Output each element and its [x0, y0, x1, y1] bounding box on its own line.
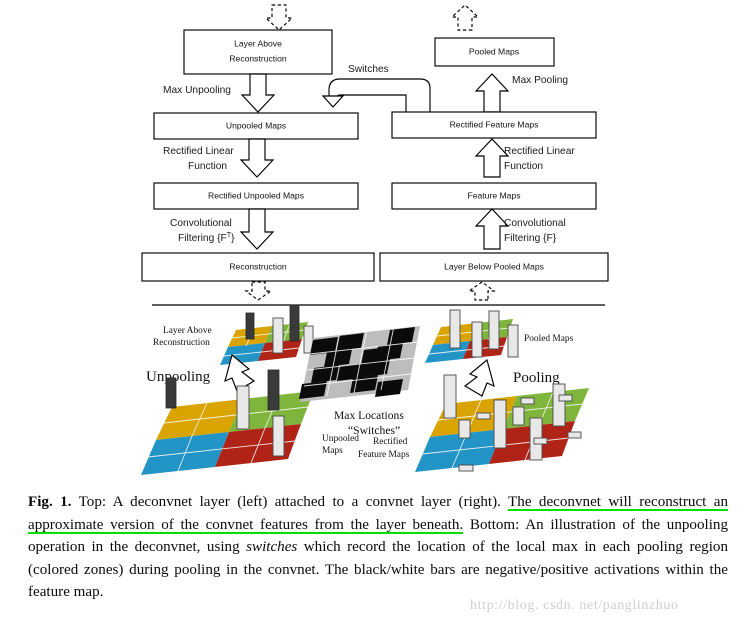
- figure-graphic: Layer Above Reconstruction Pooled Maps M…: [0, 0, 751, 488]
- dashed-arrow-below-layer-below: [467, 281, 496, 301]
- caption-figure-label: Fig. 1.: [28, 494, 72, 510]
- box-label-layer-above-line2: Reconstruction: [229, 53, 287, 63]
- box-label-rectified-feature-maps: Rectified Feature Maps: [450, 119, 539, 129]
- box-rectified-feature-maps: Rectified Feature Maps: [391, 111, 597, 139]
- label-conv-filtering-left-base: Filtering {F: [178, 233, 227, 244]
- label-conv-filtering-left-close: }: [231, 233, 235, 244]
- box-reconstruction: Reconstruction: [141, 252, 375, 282]
- grid-unpooled-maps: [141, 369, 314, 475]
- figure-page: Layer Above Reconstruction Pooled Maps M…: [0, 0, 751, 637]
- box-rectified-unpooled-maps: Rectified Unpooled Maps: [153, 182, 359, 210]
- grid-rectified-feature-maps: [415, 374, 589, 472]
- box-pooled-maps: Pooled Maps: [434, 37, 555, 67]
- label-illus-layer-above-1: Layer Above: [163, 326, 212, 336]
- label-unpooling: Unpooling: [146, 369, 211, 385]
- box-label-rectified-unpooled-maps: Rectified Unpooled Maps: [208, 190, 304, 200]
- watermark-text: http://blog. csdn. net/panglinzhuo: [470, 598, 679, 613]
- dashed-arrow-below-reconstruction: [244, 281, 273, 301]
- label-conv-filtering-left-1: Convolutional: [170, 218, 232, 229]
- label-rectified-linear-right-1: Rectified Linear: [504, 146, 575, 157]
- label-max-unpooling: Max Unpooling: [163, 85, 231, 96]
- label-rectified-linear-left-1: Rectified Linear: [163, 146, 234, 157]
- box-label-layer-above-line1: Layer Above: [234, 38, 282, 48]
- box-feature-maps: Feature Maps: [391, 182, 597, 210]
- grid-max-locations-switches: [299, 325, 420, 402]
- caption-italic-switches: switches: [246, 539, 298, 556]
- arrow-pooling: [463, 358, 495, 397]
- label-conv-filtering-left-2: Filtering {FT}: [178, 230, 235, 244]
- switches-connector: [321, 78, 431, 112]
- label-illus-layer-above-2: Reconstruction: [153, 338, 210, 348]
- label-rectified-linear-right-2: Function: [504, 161, 543, 172]
- box-label-feature-maps: Feature Maps: [467, 190, 520, 200]
- label-conv-filtering-right-2: Filtering {F}: [504, 233, 557, 244]
- arrow-conv-filtering-left: [239, 208, 275, 250]
- box-layer-below-pooled-maps: Layer Below Pooled Maps: [379, 252, 609, 282]
- grid-pooled-maps: [425, 309, 519, 363]
- caption-part-1: Top: A deconvnet layer (left) attached t…: [71, 494, 509, 510]
- box-layer-above-reconstruction: Layer Above Reconstruction: [183, 29, 333, 75]
- box-label-reconstruction: Reconstruction: [229, 261, 287, 271]
- box-unpooled-maps: Unpooled Maps: [153, 112, 359, 140]
- label-max-locations-2: “Switches”: [348, 424, 400, 437]
- label-illus-unpooled-maps-2: Maps: [322, 446, 343, 456]
- arrow-rectified-linear-left: [239, 138, 275, 178]
- dashed-arrow-into-layer-above: [264, 4, 294, 31]
- label-illus-pooled-maps: Pooled Maps: [524, 334, 574, 344]
- figure-caption: Fig. 1. Top: A deconvnet layer (left) at…: [28, 491, 729, 604]
- arrow-max-pooling: [474, 73, 510, 113]
- box-label-pooled-maps: Pooled Maps: [469, 46, 519, 56]
- box-label-layer-below-pooled-maps: Layer Below Pooled Maps: [444, 261, 544, 271]
- label-switches: Switches: [348, 64, 389, 75]
- label-conv-filtering-right-1: Convolutional: [504, 218, 566, 229]
- box-label-unpooled-maps: Unpooled Maps: [226, 120, 286, 130]
- arrow-max-unpooling: [240, 73, 276, 113]
- label-max-locations-1: Max Locations: [334, 409, 404, 422]
- label-max-pooling: Max Pooling: [512, 75, 568, 86]
- label-illus-rectified-feature-1: Rectified: [373, 436, 408, 447]
- label-illus-rectified-feature-2: Feature Maps: [358, 450, 410, 460]
- label-rectified-linear-left-2: Function: [188, 161, 227, 172]
- dashed-arrow-out-of-pooled-maps: [450, 4, 480, 31]
